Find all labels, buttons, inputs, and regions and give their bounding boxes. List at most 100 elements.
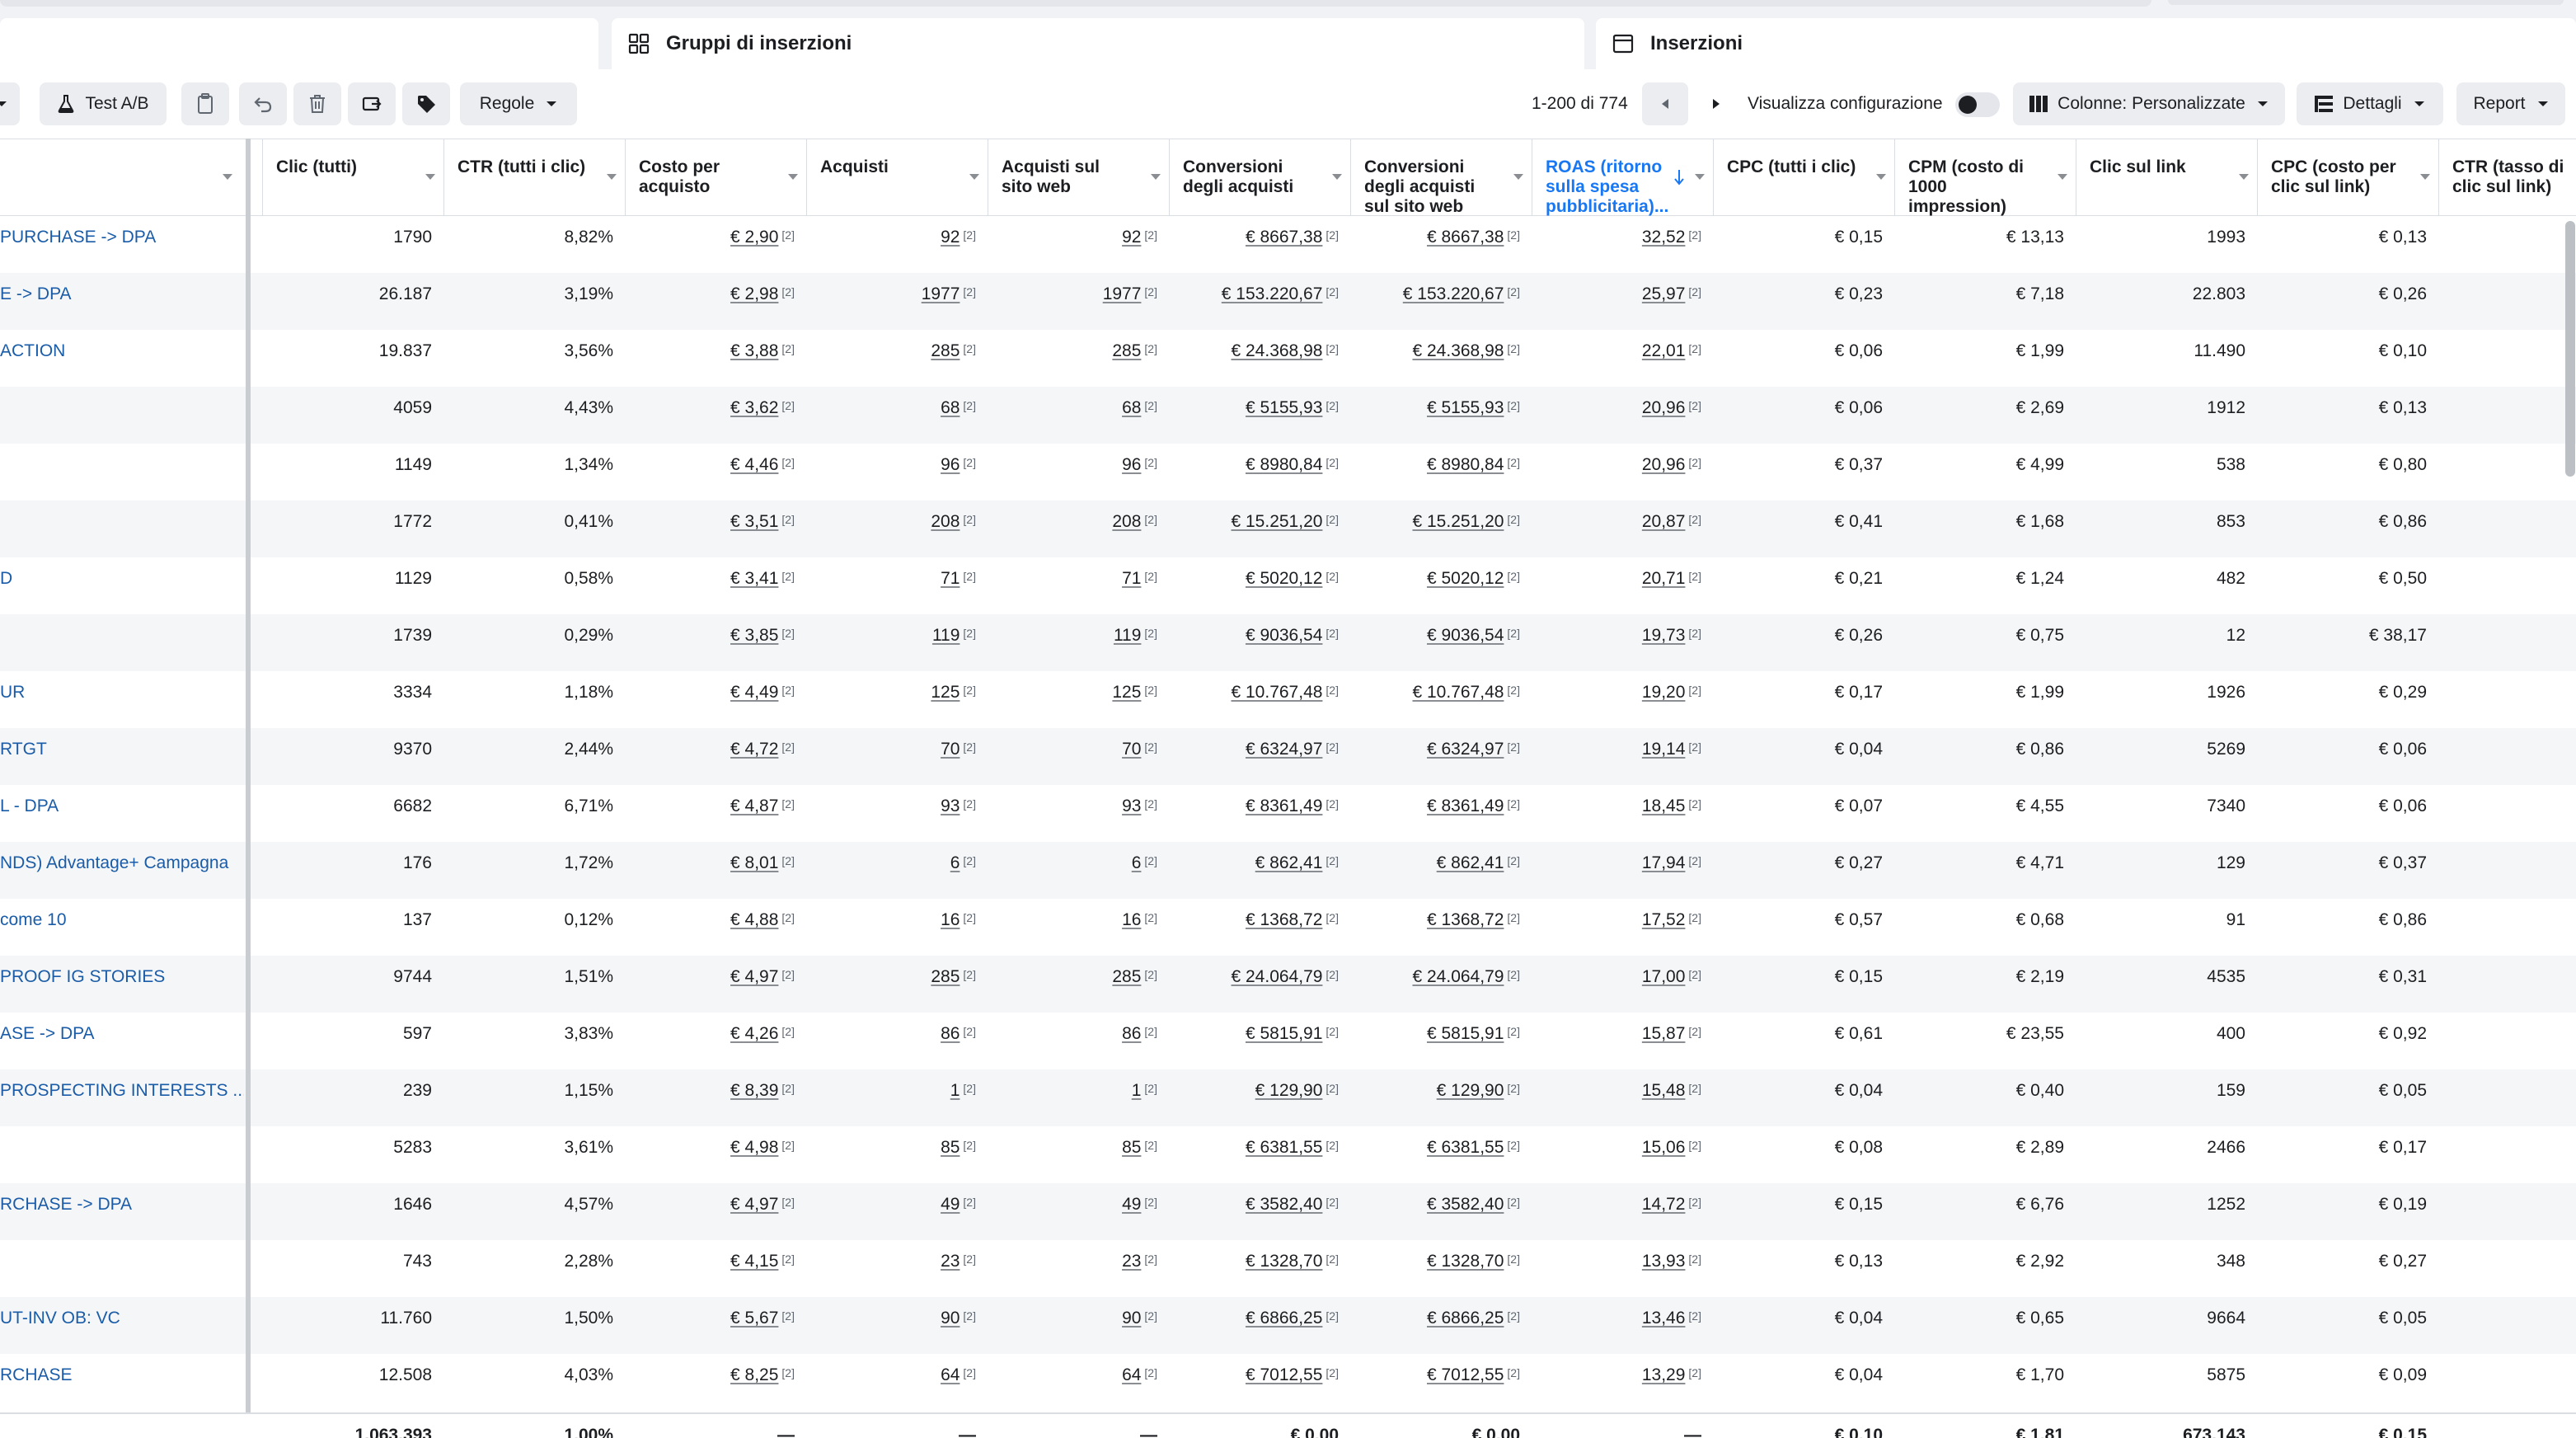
footnote-marker[interactable]: [2] (1688, 740, 1701, 754)
footnote-marker[interactable]: [2] (1507, 740, 1520, 754)
cell-roas[interactable]: 15,06 [2] (1532, 1126, 1713, 1183)
footnote-marker[interactable]: [2] (1507, 1196, 1520, 1209)
cell-cost-per-purchase[interactable]: € 4,26 [2] (625, 1013, 806, 1069)
footnote-marker[interactable]: [2] (1326, 399, 1339, 412)
cell-cost-per-purchase[interactable]: € 3,85 [2] (625, 614, 806, 671)
more-dropdown-button[interactable] (0, 82, 20, 125)
footnote-marker[interactable]: [2] (781, 1139, 795, 1152)
footnote-marker[interactable]: [2] (963, 456, 976, 469)
cell-roas[interactable]: 20,71 [2] (1532, 557, 1713, 614)
table-row[interactable]: 1772 0,41% € 3,51 [2] 208 [2] 208 [2] € 15.251,2… (0, 500, 2576, 557)
ab-test-button[interactable]: Test A/B (40, 82, 167, 125)
footnote-marker[interactable]: [2] (1326, 911, 1339, 924)
cell-web-purchases[interactable]: 71 [2] (988, 557, 1169, 614)
cell-purchases[interactable]: 85 [2] (806, 1126, 988, 1183)
cell-roas[interactable]: 18,45 [2] (1532, 785, 1713, 842)
footnote-marker[interactable]: [2] (1507, 228, 1520, 242)
cell-web-purchases[interactable]: 90 [2] (988, 1297, 1169, 1354)
table-row[interactable]: 5283 3,61% € 4,98 [2] 85 [2] 85 [2] € 6381,55 [2]… (0, 1126, 2576, 1183)
cell-cost-per-purchase[interactable]: € 3,51 [2] (625, 500, 806, 557)
footnote-marker[interactable]: [2] (1144, 797, 1157, 811)
cell-purchases[interactable]: 6 [2] (806, 842, 988, 899)
table-row[interactable]: RTGT 9370 2,44% € 4,72 [2] 70 [2] 70 [2] € 6324,9… (0, 728, 2576, 785)
cell-purchase-value[interactable]: € 3582,40 [2] (1169, 1183, 1350, 1240)
cell-web-purchases[interactable]: 6 [2] (988, 842, 1169, 899)
campaign-name-link[interactable]: PURCHASE -> DPA (0, 216, 244, 273)
table-row[interactable]: 4059 4,43% € 3,62 [2] 68 [2] 68 [2] € 5155,93 [2]… (0, 387, 2576, 444)
footnote-marker[interactable]: [2] (1507, 1025, 1520, 1038)
cell-web-purchase-value[interactable]: € 5020,12 [2] (1350, 557, 1532, 614)
cell-web-purchases[interactable]: 125 [2] (988, 671, 1169, 728)
table-row[interactable]: L - DPA 6682 6,71% € 4,87 [2] 93 [2] 93 [2] € 836… (0, 785, 2576, 842)
cell-purchases[interactable]: 96 [2] (806, 444, 988, 500)
footnote-marker[interactable]: [2] (1326, 968, 1339, 981)
footnote-marker[interactable]: [2] (963, 285, 976, 298)
footnote-marker[interactable]: [2] (1688, 911, 1701, 924)
column-header-purchase-value[interactable]: Conversioni degli acquisti (1169, 139, 1350, 215)
footnote-marker[interactable]: [2] (1326, 1196, 1339, 1209)
cell-web-purchases[interactable]: 208 [2] (988, 500, 1169, 557)
footnote-marker[interactable]: [2] (1688, 1025, 1701, 1038)
footnote-marker[interactable]: [2] (1144, 854, 1157, 867)
cell-web-purchase-value[interactable]: € 15.251,20 [2] (1350, 500, 1532, 557)
cell-purchases[interactable]: 119 [2] (806, 614, 988, 671)
cell-web-purchases[interactable]: 285 [2] (988, 956, 1169, 1013)
footnote-marker[interactable]: [2] (1507, 1082, 1520, 1095)
table-row[interactable]: PURCHASE -> DPA 1790 8,82% € 2,90 [2] 92 [2] 92… (0, 216, 2576, 273)
cell-web-purchase-value[interactable]: € 1328,70 [2] (1350, 1240, 1532, 1297)
campaign-name-link[interactable]: ACTION (0, 330, 244, 387)
table-row[interactable]: 1149 1,34% € 4,46 [2] 96 [2] 96 [2] € 8980,84 [2]… (0, 444, 2576, 500)
footnote-marker[interactable]: [2] (1688, 1366, 1701, 1379)
footnote-marker[interactable]: [2] (1144, 285, 1157, 298)
column-header-link-clicks[interactable]: Clic sul link (2076, 139, 2257, 215)
footnote-marker[interactable]: [2] (1326, 285, 1339, 298)
footnote-marker[interactable]: [2] (781, 1025, 795, 1038)
campaign-name-link[interactable]: PROSPECTING INTERESTS ... (0, 1069, 244, 1126)
cell-web-purchases[interactable]: 96 [2] (988, 444, 1169, 500)
cell-roas[interactable]: 19,14 [2] (1532, 728, 1713, 785)
footnote-marker[interactable]: [2] (1326, 1252, 1339, 1266)
footnote-marker[interactable]: [2] (1688, 399, 1701, 412)
table-row[interactable]: UT-INV OB: VC 11.760 1,50% € 5,67 [2] 90 [2] 90… (0, 1297, 2576, 1354)
cell-purchases[interactable]: 125 [2] (806, 671, 988, 728)
cell-purchases[interactable]: 1977 [2] (806, 273, 988, 330)
campaign-name-link[interactable]: RCHASE -> DPA (0, 1183, 244, 1240)
footnote-marker[interactable]: [2] (1144, 399, 1157, 412)
cell-purchases[interactable]: 23 [2] (806, 1240, 988, 1297)
campaign-name-link[interactable] (0, 500, 244, 557)
cell-purchase-value[interactable]: € 129,90 [2] (1169, 1069, 1350, 1126)
cell-cost-per-purchase[interactable]: € 8,01 [2] (625, 842, 806, 899)
footnote-marker[interactable]: [2] (1688, 797, 1701, 811)
cell-purchases[interactable]: 70 [2] (806, 728, 988, 785)
campaign-name-link[interactable]: RCHASE (0, 1354, 244, 1411)
cell-purchase-value[interactable]: € 6866,25 [2] (1169, 1297, 1350, 1354)
cell-purchase-value[interactable]: € 153.220,67 [2] (1169, 273, 1350, 330)
footnote-marker[interactable]: [2] (1326, 1139, 1339, 1152)
table-row[interactable]: PROOF IG STORIES 9744 1,51% € 4,97 [2] 285 [2]… (0, 956, 2576, 1013)
footnote-marker[interactable]: [2] (963, 911, 976, 924)
footnote-marker[interactable]: [2] (781, 911, 795, 924)
cell-purchases[interactable]: 285 [2] (806, 330, 988, 387)
prev-page-button[interactable] (1642, 82, 1688, 125)
cell-roas[interactable]: 13,29 [2] (1532, 1354, 1713, 1411)
tab-ads[interactable]: Inserzioni (1596, 18, 2576, 69)
footnote-marker[interactable]: [2] (963, 1196, 976, 1209)
cell-purchase-value[interactable]: € 10.767,48 [2] (1169, 671, 1350, 728)
cell-web-purchases[interactable]: 93 [2] (988, 785, 1169, 842)
cell-purchase-value[interactable]: € 24.064,79 [2] (1169, 956, 1350, 1013)
column-header-cpc-link[interactable]: CPC (costo per clic sul link) (2257, 139, 2438, 215)
cell-web-purchase-value[interactable]: € 5815,91 [2] (1350, 1013, 1532, 1069)
cell-purchase-value[interactable]: € 1368,72 [2] (1169, 899, 1350, 956)
footnote-marker[interactable]: [2] (1144, 684, 1157, 697)
footnote-marker[interactable]: [2] (781, 342, 795, 355)
footnote-marker[interactable]: [2] (1144, 627, 1157, 640)
cell-purchase-value[interactable]: € 8980,84 [2] (1169, 444, 1350, 500)
cell-cost-per-purchase[interactable]: € 4,49 [2] (625, 671, 806, 728)
cell-purchases[interactable]: 71 [2] (806, 557, 988, 614)
footnote-marker[interactable]: [2] (1688, 342, 1701, 355)
table-row[interactable]: 1739 0,29% € 3,85 [2] 119 [2] 119 [2] € 9036,54[… (0, 614, 2576, 671)
cell-roas[interactable]: 17,00 [2] (1532, 956, 1713, 1013)
footnote-marker[interactable]: [2] (963, 1025, 976, 1038)
footnote-marker[interactable]: [2] (1688, 456, 1701, 469)
cell-web-purchase-value[interactable]: € 6324,97 [2] (1350, 728, 1532, 785)
